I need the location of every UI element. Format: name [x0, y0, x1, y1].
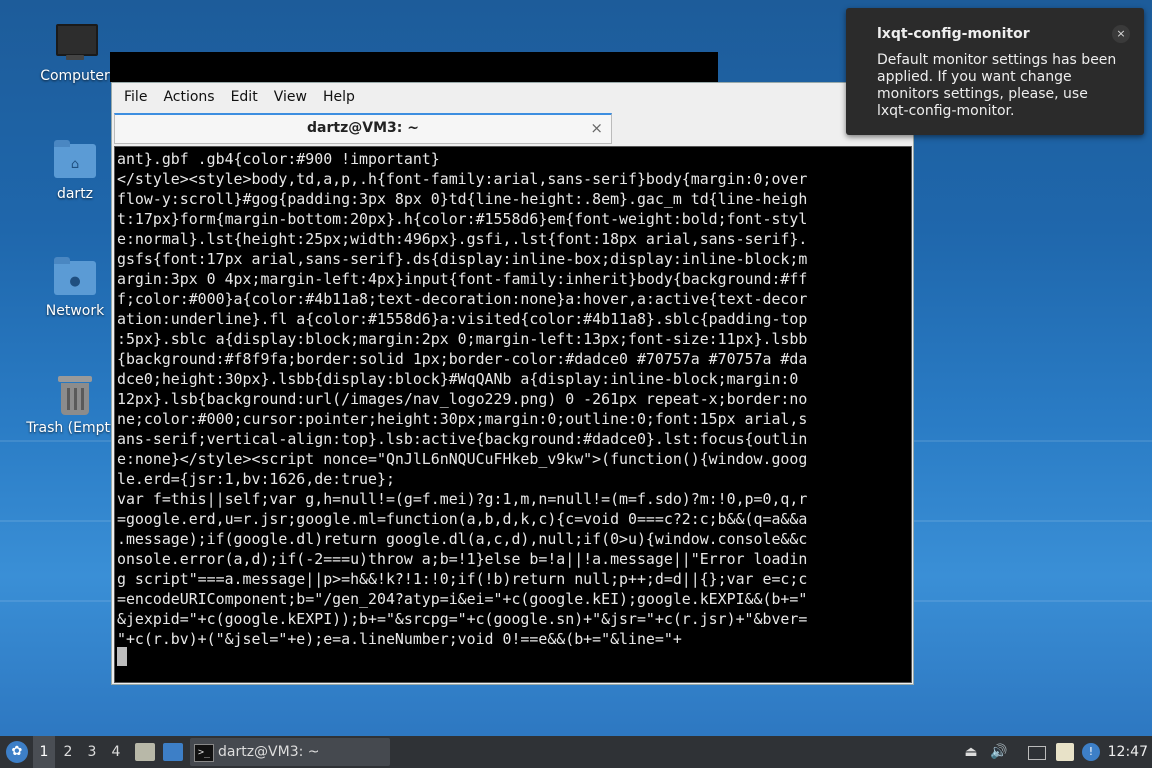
start-menu-button[interactable]: ✿: [6, 741, 28, 763]
terminal-line: ant}.gbf .gb4{color:#900 !important}: [117, 150, 440, 168]
terminal-line: e:none}</style><script nonce="QnJlL6nNQU…: [117, 450, 808, 468]
terminal-line: "+c(r.bv)+("&jsel="+e);e=a.lineNumber;vo…: [117, 630, 682, 648]
terminal-line: ans-serif;vertical-align:top}.lsb:active…: [117, 430, 808, 448]
terminal-line: e:normal}.lst{height:25px;width:496px}.g…: [117, 230, 808, 248]
terminal-output[interactable]: ant}.gbf .gb4{color:#900 !important} </st…: [114, 146, 912, 683]
terminal-text: ant}.gbf .gb4{color:#900 !important} </st…: [117, 149, 907, 649]
taskbar: ✿ 1 2 3 4 >_ dartz@VM3: ~ ⏏ 🔊 ! 12:47: [0, 736, 1152, 768]
terminal-line: onsole.error(a,d);if(-2===u)throw a;b=!1…: [117, 550, 808, 568]
terminal-line: t:17px}form{margin-bottom:20px}.h{color:…: [117, 210, 808, 228]
terminal-tab[interactable]: dartz@VM3: ~ ×: [114, 113, 612, 144]
computer-icon: [54, 22, 98, 64]
tab-bar: dartz@VM3: ~ ×: [112, 111, 913, 144]
home-folder-icon: ⌂: [54, 140, 96, 182]
window-titlebar-shadow: [110, 52, 718, 82]
network-status-icon[interactable]: [1028, 746, 1046, 760]
terminal-icon: >_: [194, 744, 214, 762]
close-icon[interactable]: ×: [1112, 25, 1130, 43]
terminal-line: gsfs{font:17px arial,sans-serif}.ds{disp…: [117, 250, 808, 268]
terminal-line: le.erd={jsr:1,bv:1626,de:true};: [117, 470, 395, 488]
terminal-line: ne;color:#000;cursor:pointer;height:30px…: [117, 410, 808, 428]
volume-icon[interactable]: 🔊: [990, 743, 1008, 761]
show-desktop-icon[interactable]: [163, 743, 183, 761]
tab-title: dartz@VM3: ~: [307, 120, 419, 136]
workspace-1[interactable]: 1: [33, 736, 55, 768]
trash-icon: [54, 374, 96, 416]
taskbar-item-terminal[interactable]: >_ dartz@VM3: ~: [190, 738, 390, 766]
terminal-line: g script"===a.message||p>=h&&!k?!1:!0;if…: [117, 570, 808, 588]
desktop-icon-trash[interactable]: Trash (Empty): [25, 374, 125, 436]
menu-view[interactable]: View: [266, 89, 315, 105]
terminal-line: =google.erd,u=r.jsr;google.ml=function(a…: [117, 510, 808, 528]
terminal-line: </style><style>body,td,a,p,.h{font-famil…: [117, 170, 808, 188]
terminal-line: ation:underline}.fl a{color:#1558d6}a:vi…: [117, 310, 808, 328]
desktop-icon-label: Network: [45, 303, 105, 319]
menu-file[interactable]: File: [116, 89, 155, 105]
menu-help[interactable]: Help: [315, 89, 363, 105]
eject-icon[interactable]: ⏏: [962, 743, 980, 761]
terminal-line: :5px}.sblc a{display:block;margin:2px 0;…: [117, 330, 808, 348]
terminal-line: argin:3px 0 4px;margin-left:4px}input{fo…: [117, 270, 808, 288]
terminal-cursor: [117, 647, 127, 666]
workspace-4[interactable]: 4: [105, 736, 127, 768]
workspace-3[interactable]: 3: [81, 736, 103, 768]
terminal-line: dce0;height:30px}.lsbb{display:block}#Wq…: [117, 370, 808, 388]
terminal-line: f;color:#000}a{color:#4b11a8;text-decora…: [117, 290, 808, 308]
menu-actions[interactable]: Actions: [155, 89, 222, 105]
terminal-line: flow-y:scroll}#gog{padding:3px 8px 0}td{…: [117, 190, 808, 208]
desktop-icon-label: Trash (Empty): [26, 420, 124, 436]
terminal-line: {background:#f8f9fa;border:solid 1px;bor…: [117, 350, 808, 368]
menu-edit[interactable]: Edit: [223, 89, 266, 105]
update-notifier-icon[interactable]: !: [1082, 743, 1100, 761]
notification-body: Default monitor settings has been applie…: [877, 52, 1117, 119]
menubar: File Actions Edit View Help: [112, 83, 913, 111]
desktop-icon-home[interactable]: ⌂ dartz: [25, 140, 125, 202]
terminal-line: 12px}.lsb{background:url(/images/nav_log…: [117, 390, 808, 408]
desktop-icon-label: dartz: [56, 186, 94, 202]
taskbar-item-label: dartz@VM3: ~: [218, 744, 320, 760]
clock: 12:47: [1107, 744, 1148, 760]
terminal-window[interactable]: File Actions Edit View Help dartz@VM3: ~…: [111, 82, 914, 685]
terminal-line: =encodeURIComponent;b="/gen_204?atyp=i&e…: [117, 590, 808, 608]
notification-title: lxqt-config-monitor: [877, 26, 1030, 42]
terminal-line: var f=this||self;var g,h=null!=(g=f.mei)…: [117, 490, 808, 508]
file-manager-icon[interactable]: [135, 743, 155, 761]
terminal-line: .message);if(google.dl)return google.dl(…: [117, 530, 808, 548]
network-folder-icon: ●: [54, 257, 96, 299]
clipboard-icon[interactable]: [1056, 743, 1074, 761]
tab-close-icon[interactable]: ×: [590, 115, 603, 141]
terminal-line: &jexpid="+c(google.kEXPI));b+="&srcpg="+…: [117, 610, 808, 628]
workspace-2[interactable]: 2: [57, 736, 79, 768]
notification-popup[interactable]: lxqt-config-monitor Default monitor sett…: [846, 8, 1144, 135]
desktop-icon-network[interactable]: ● Network: [25, 257, 125, 319]
